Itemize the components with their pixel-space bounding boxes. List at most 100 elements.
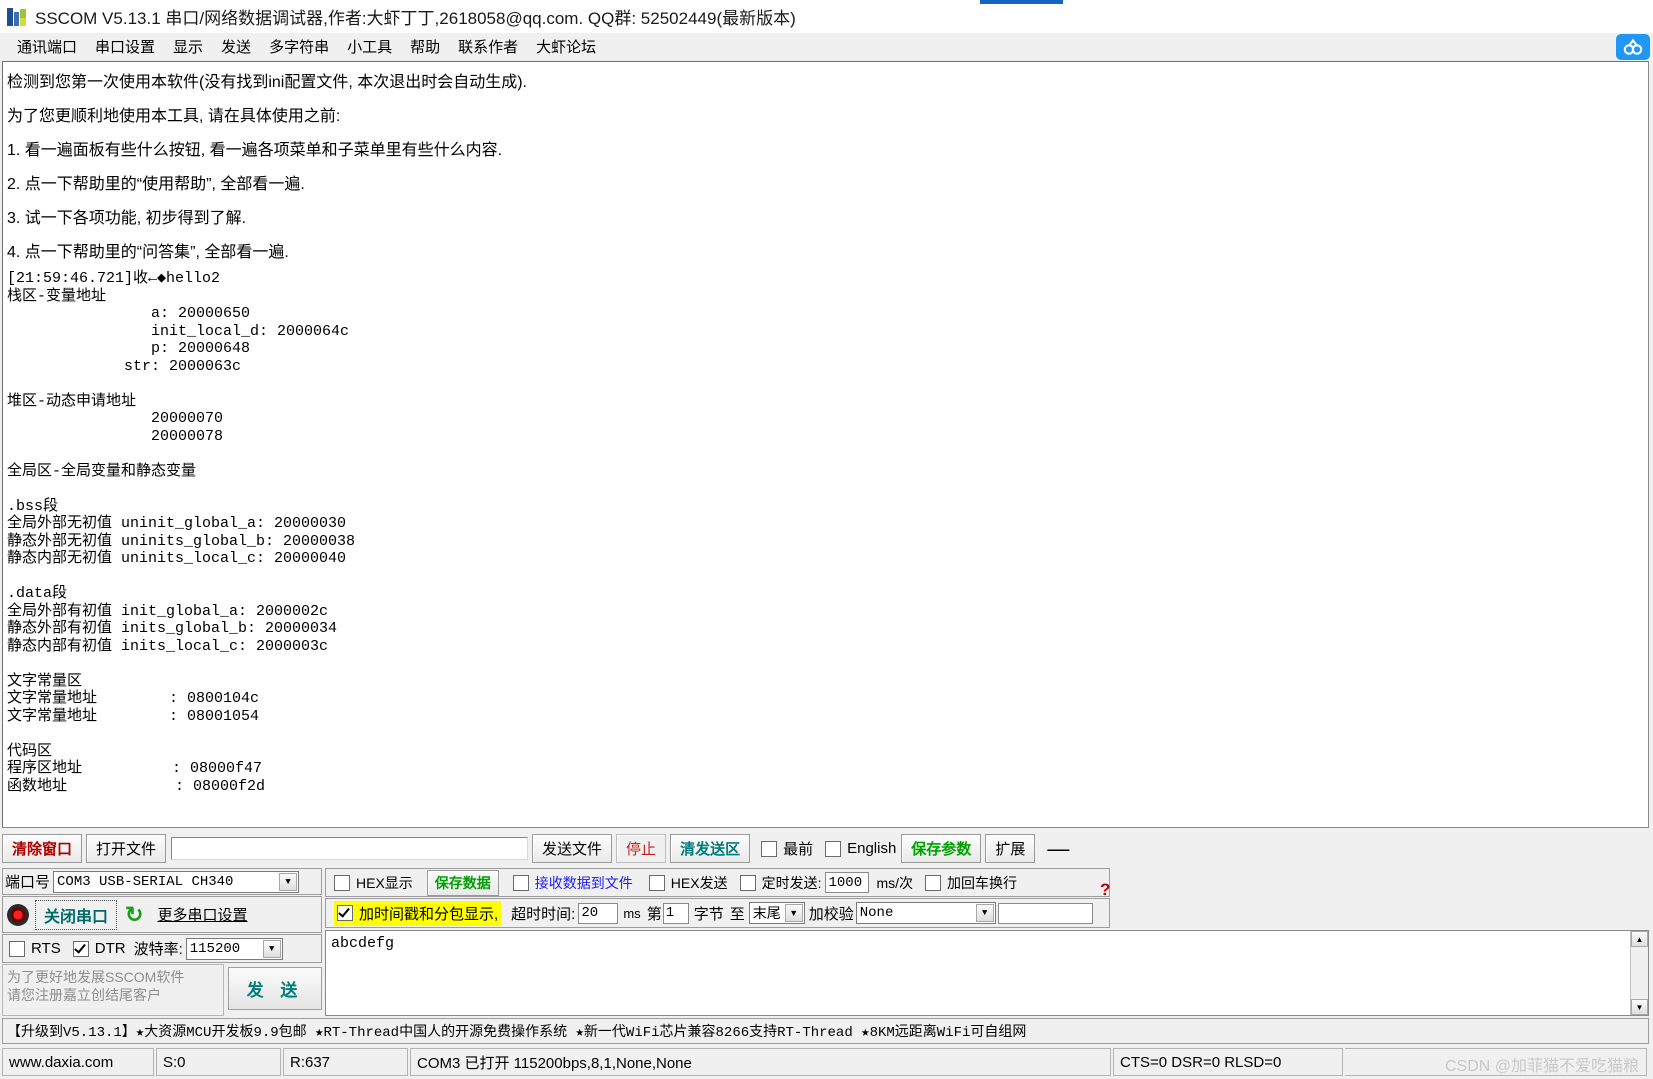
status-signal-lines: CTS=0 DSR=0 RLSD=0 — [1113, 1048, 1343, 1076]
english-checkbox[interactable]: English — [825, 840, 896, 857]
send-toolbar: 清除窗口 打开文件 发送文件 停止 清发送区 最前 English 保存参数 扩… — [2, 832, 1649, 865]
receive-log-line — [7, 480, 1648, 498]
receive-log-line: init_local_d: 2000064c — [7, 322, 350, 340]
chevron-down-icon[interactable]: ▼ — [784, 904, 803, 922]
menu-contact-author[interactable]: 联系作者 — [449, 34, 527, 59]
rts-label: RTS — [31, 940, 61, 957]
topmost-checkbox-box[interactable] — [761, 840, 778, 857]
timestamp-checkbox[interactable]: 加时间戳和分包显示, — [334, 900, 502, 926]
byte-index-input[interactable]: 1 — [662, 902, 689, 924]
receive-log-line: 文字常量区 — [7, 672, 83, 690]
menu-help[interactable]: 帮助 — [401, 34, 449, 59]
receive-intro-line: 2. 点一下帮助里的“使用帮助”, 全部看一遍. — [7, 176, 305, 193]
chevron-down-icon[interactable]: ▼ — [279, 872, 298, 891]
stop-button[interactable]: 停止 — [616, 834, 667, 863]
receive-text-area[interactable]: 检测到您第一次使用本软件(没有找到ini配置文件, 本次退出时会自动生成). 为… — [2, 61, 1649, 828]
recv-to-file-checkbox[interactable]: 接收数据到文件 — [512, 873, 633, 893]
timestamp-label: 加时间戳和分包显示, — [359, 905, 499, 923]
menu-multi-string[interactable]: 多字符串 — [260, 34, 338, 59]
receive-log-line — [7, 655, 1648, 673]
send-button[interactable]: 发 送 — [228, 967, 322, 1010]
close-port-button[interactable]: 关闭串口 — [35, 899, 118, 930]
open-file-button[interactable]: 打开文件 — [86, 834, 167, 863]
port-select-row: 端口号 COM3 USB-SERIAL CH340 ▼ — [2, 868, 322, 895]
timeout-input[interactable]: 20 — [578, 902, 619, 924]
scroll-down-icon[interactable]: ▼ — [1631, 999, 1648, 1015]
checksum-extra-input[interactable] — [997, 902, 1093, 924]
status-port-info: COM3 已打开 115200bps,8,1,None,None — [410, 1048, 1111, 1076]
english-checkbox-box[interactable] — [825, 840, 842, 857]
receive-log-line: 全局外部无初值 uninit_global_a: 20000030 — [7, 515, 347, 532]
receive-intro-line: 检测到您第一次使用本软件(没有找到ini配置文件, 本次退出时会自动生成). — [7, 74, 528, 91]
hex-send-checkbox-box[interactable] — [648, 874, 665, 891]
status-bar: www.daxia.com S:0 R:637 COM3 已打开 115200b… — [2, 1048, 1649, 1076]
receive-log-line: 堆区-动态申请地址 — [7, 392, 137, 410]
promo-line-1: 为了更好地发展SSCOM软件 — [7, 969, 185, 985]
timed-send-input[interactable]: 1000 — [825, 872, 870, 893]
send-file-button[interactable]: 发送文件 — [532, 834, 613, 863]
receive-log-line — [7, 725, 1648, 743]
recv-to-file-label: 接收数据到文件 — [534, 874, 633, 891]
hex-display-checkbox-box[interactable] — [334, 874, 350, 891]
send-text-area[interactable]: abcdefg ▲ ▼ — [325, 930, 1649, 1016]
topmost-checkbox[interactable]: 最前 — [761, 838, 813, 859]
timeout-label: 超时时间: — [511, 905, 576, 923]
hex-send-checkbox[interactable]: HEX发送 — [648, 873, 728, 893]
minimize-button[interactable]: — — [1043, 837, 1073, 859]
save-data-button[interactable]: 保存数据 — [426, 869, 499, 896]
chevron-down-icon[interactable]: ▼ — [975, 904, 994, 922]
save-params-button[interactable]: 保存参数 — [901, 834, 982, 863]
receive-log-line: 程序区地址 : 08000f47 — [7, 760, 263, 777]
extend-button[interactable]: 扩展 — [985, 834, 1036, 863]
port-select[interactable]: COM3 USB-SERIAL CH340 ▼ — [53, 870, 300, 893]
recv-to-file-checkbox-box[interactable] — [512, 874, 529, 891]
byte-end-select[interactable]: 末尾 ▼ — [748, 902, 805, 924]
menu-tools[interactable]: 小工具 — [338, 34, 401, 59]
rts-checkbox-box[interactable] — [9, 940, 25, 957]
english-label: English — [847, 840, 897, 857]
checksum-select[interactable]: None ▼ — [855, 902, 996, 924]
timestamp-checkbox-box[interactable] — [337, 905, 353, 921]
timed-send-checkbox-box[interactable] — [739, 874, 756, 891]
dtr-checkbox[interactable]: DTR — [72, 940, 126, 957]
dtr-checkbox-box[interactable] — [72, 940, 89, 957]
status-sent-count: S:0 — [156, 1048, 281, 1076]
baud-select-value: 115200 — [189, 940, 241, 957]
crlf-checkbox[interactable]: 加回车换行 — [925, 873, 1017, 893]
send-file-path-input[interactable] — [171, 837, 529, 860]
port-select-value: COM3 USB-SERIAL CH340 — [57, 873, 234, 890]
clear-send-area-button[interactable]: 清发送区 — [670, 834, 751, 863]
receive-log-line — [7, 375, 1648, 393]
menu-send[interactable]: 发送 — [212, 34, 260, 59]
receive-log-line — [7, 445, 1648, 463]
rts-checkbox[interactable]: RTS — [9, 940, 61, 957]
topmost-label: 最前 — [783, 841, 814, 858]
menu-forum[interactable]: 大虾论坛 — [527, 34, 605, 59]
menu-serial-settings[interactable]: 串口设置 — [86, 34, 164, 59]
options-row-1: HEX显示 保存数据 接收数据到文件 HEX发送 定时发送: 1000 ms/次 — [325, 868, 1110, 897]
menu-display[interactable]: 显示 — [164, 34, 212, 59]
timed-send-checkbox[interactable]: 定时发送: — [739, 873, 821, 893]
advertisement-bar[interactable]: 【升级到V5.13.1】★大资源MCU开发板9.9包邮 ★RT-Thread中国… — [2, 1018, 1649, 1044]
refresh-icon[interactable]: ↻ — [125, 903, 143, 926]
status-website[interactable]: www.daxia.com — [2, 1048, 154, 1076]
help-question-icon[interactable]: ? — [1100, 880, 1110, 900]
promo-line-2: 请您注册嘉立创结尾客户 — [7, 987, 161, 1003]
receive-log-line: 函数地址 : 08000f2d — [7, 777, 266, 795]
menu-comm-port[interactable]: 通讯端口 — [8, 34, 86, 59]
crlf-checkbox-box[interactable] — [925, 874, 942, 891]
receive-log-line: 栈区-变量地址 — [7, 287, 107, 305]
ms-per-time-label: ms/次 — [876, 874, 914, 891]
cloud-link-icon[interactable] — [1616, 34, 1650, 60]
clear-window-button[interactable]: 清除窗口 — [2, 834, 83, 863]
receive-log-line: a: 20000650 — [7, 305, 251, 322]
more-serial-settings-link[interactable]: 更多串口设置 — [157, 904, 247, 925]
send-area-scrollbar[interactable]: ▲ ▼ — [1630, 931, 1648, 1015]
chevron-down-icon[interactable]: ▼ — [262, 939, 281, 958]
scroll-up-icon[interactable]: ▲ — [1631, 931, 1648, 947]
baud-select[interactable]: 115200 ▼ — [185, 937, 283, 960]
receive-intro-line: 4. 点一下帮助里的“问答集”, 全部看一遍. — [7, 244, 289, 261]
checksum-label: 加校验 — [808, 905, 854, 923]
hex-display-checkbox[interactable]: HEX显示 — [334, 873, 413, 893]
baud-label: 波特率: — [133, 941, 183, 958]
